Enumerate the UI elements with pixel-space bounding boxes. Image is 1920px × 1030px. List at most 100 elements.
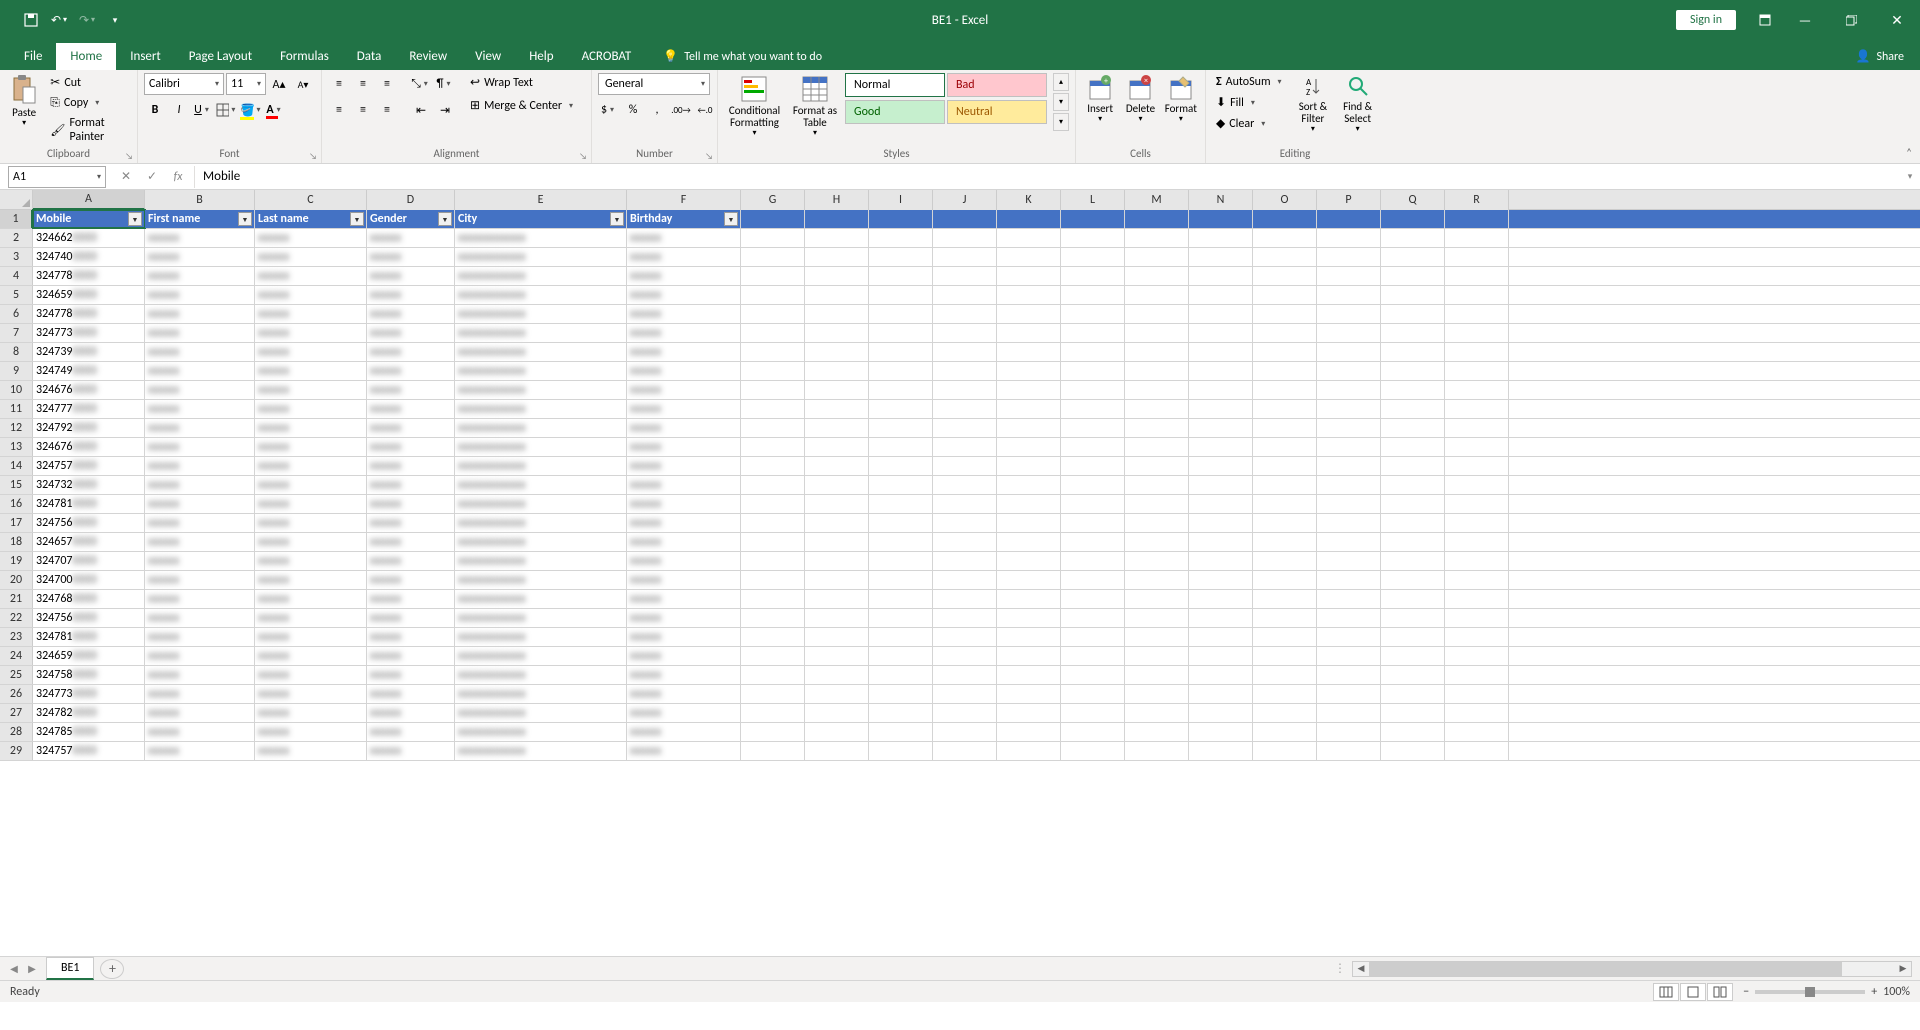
cell[interactable] <box>1381 628 1445 646</box>
cell[interactable] <box>933 666 997 684</box>
cell[interactable] <box>1381 248 1445 266</box>
cell[interactable] <box>869 571 933 589</box>
cell[interactable] <box>1253 457 1317 475</box>
cell[interactable] <box>1189 609 1253 627</box>
cell[interactable] <box>933 628 997 646</box>
cell[interactable]: 3246760000 <box>33 438 145 456</box>
cell[interactable] <box>869 362 933 380</box>
cell[interactable] <box>1317 267 1381 285</box>
cell[interactable] <box>1061 552 1125 570</box>
cell[interactable] <box>1445 457 1509 475</box>
cell[interactable]: 3247560000 <box>33 514 145 532</box>
cell[interactable]: xxxxxx <box>627 362 741 380</box>
cell[interactable] <box>1445 267 1509 285</box>
increase-indent-icon[interactable]: ⇥ <box>434 99 456 121</box>
cell[interactable] <box>997 229 1061 247</box>
cell[interactable] <box>869 723 933 741</box>
increase-decimal-button[interactable]: .00→ <box>670 99 692 121</box>
cell[interactable] <box>805 628 869 646</box>
cell[interactable]: 3247070000 <box>33 552 145 570</box>
cell[interactable]: xxxxxxxxxxxxx <box>455 628 627 646</box>
cell[interactable] <box>1061 685 1125 703</box>
cell[interactable] <box>997 495 1061 513</box>
cell[interactable] <box>805 666 869 684</box>
cell[interactable] <box>1381 647 1445 665</box>
cell[interactable] <box>1253 229 1317 247</box>
cell[interactable] <box>1125 476 1189 494</box>
cell[interactable]: xxxxxx <box>255 229 367 247</box>
row-header-27[interactable]: 27 <box>0 704 33 722</box>
cell[interactable] <box>997 400 1061 418</box>
cell[interactable] <box>1317 400 1381 418</box>
cell[interactable] <box>741 514 805 532</box>
cell[interactable]: xxxxxx <box>367 229 455 247</box>
cell[interactable] <box>1253 590 1317 608</box>
filter-dropdown-icon[interactable]: ▼ <box>128 212 142 226</box>
cell[interactable]: xxxxxx <box>627 571 741 589</box>
cell[interactable]: xxxxxx <box>255 704 367 722</box>
row-header-29[interactable]: 29 <box>0 742 33 760</box>
cell[interactable] <box>933 609 997 627</box>
wrap-text-button[interactable]: ↩Wrap Text <box>466 73 580 92</box>
cell[interactable]: xxxxxx <box>145 666 255 684</box>
cell[interactable] <box>933 742 997 760</box>
cell[interactable]: xxxxxxxxxxxxx <box>455 343 627 361</box>
cell[interactable] <box>1445 343 1509 361</box>
expand-formula-bar[interactable]: ▾ <box>1900 171 1920 182</box>
cell[interactable] <box>1445 286 1509 304</box>
zoom-level[interactable]: 100% <box>1883 985 1910 999</box>
cell[interactable] <box>1253 704 1317 722</box>
cell[interactable]: xxxxxx <box>627 533 741 551</box>
cell[interactable]: xxxxxx <box>367 609 455 627</box>
cell[interactable]: 3247390000 <box>33 343 145 361</box>
cell[interactable]: xxxxxx <box>255 419 367 437</box>
cell[interactable] <box>805 362 869 380</box>
worksheet-grid[interactable]: ABCDEFGHIJKLMNOPQR 1Mobile▼First name▼La… <box>0 190 1920 956</box>
ribbon-display-icon[interactable] <box>1748 0 1782 40</box>
cell[interactable] <box>1125 362 1189 380</box>
cell[interactable] <box>1317 704 1381 722</box>
cell[interactable]: xxxxxx <box>627 438 741 456</box>
cell[interactable] <box>741 210 805 228</box>
cell[interactable] <box>1253 343 1317 361</box>
cell[interactable]: 3247820000 <box>33 704 145 722</box>
undo-icon[interactable]: ↶▾ <box>46 7 72 33</box>
cell[interactable]: xxxxxxxxxxxxx <box>455 666 627 684</box>
cell[interactable]: 3247570000 <box>33 742 145 760</box>
cell[interactable]: xxxxxx <box>367 362 455 380</box>
cell[interactable]: xxxxxxxxxxxxx <box>455 438 627 456</box>
cell[interactable]: 3247770000 <box>33 400 145 418</box>
tell-me-search[interactable]: 💡 Tell me what you want to do <box>649 43 836 70</box>
cell[interactable]: xxxxxxxxxxxxx <box>455 400 627 418</box>
cell[interactable] <box>741 571 805 589</box>
cell[interactable]: xxxxxxxxxxxxx <box>455 514 627 532</box>
cell[interactable] <box>805 476 869 494</box>
cell[interactable] <box>869 590 933 608</box>
cell[interactable] <box>741 552 805 570</box>
zoom-out-button[interactable]: − <box>1743 985 1749 999</box>
sheet-nav-next[interactable]: ▶ <box>24 962 40 975</box>
cell[interactable]: xxxxxxxxxxxxx <box>455 457 627 475</box>
cell[interactable] <box>997 609 1061 627</box>
header-cell-gender[interactable]: Gender▼ <box>367 210 455 228</box>
cell[interactable]: xxxxxx <box>145 571 255 589</box>
cell[interactable] <box>1189 305 1253 323</box>
header-cell-birthday[interactable]: Birthday▼ <box>627 210 741 228</box>
cell[interactable] <box>1125 609 1189 627</box>
cell[interactable] <box>805 723 869 741</box>
cell[interactable] <box>1317 457 1381 475</box>
cell[interactable]: xxxxxx <box>145 609 255 627</box>
styles-scroll-up[interactable]: ▴ <box>1053 73 1069 91</box>
cell[interactable] <box>1381 267 1445 285</box>
cell[interactable]: xxxxxx <box>367 267 455 285</box>
cell[interactable] <box>1061 742 1125 760</box>
cell[interactable] <box>741 286 805 304</box>
cell[interactable] <box>1125 343 1189 361</box>
cell[interactable] <box>1445 248 1509 266</box>
cell[interactable]: xxxxxx <box>145 267 255 285</box>
cell[interactable]: xxxxxx <box>367 324 455 342</box>
cell[interactable] <box>997 362 1061 380</box>
cell[interactable] <box>1445 609 1509 627</box>
cell[interactable] <box>1061 248 1125 266</box>
cell[interactable]: 3247920000 <box>33 419 145 437</box>
